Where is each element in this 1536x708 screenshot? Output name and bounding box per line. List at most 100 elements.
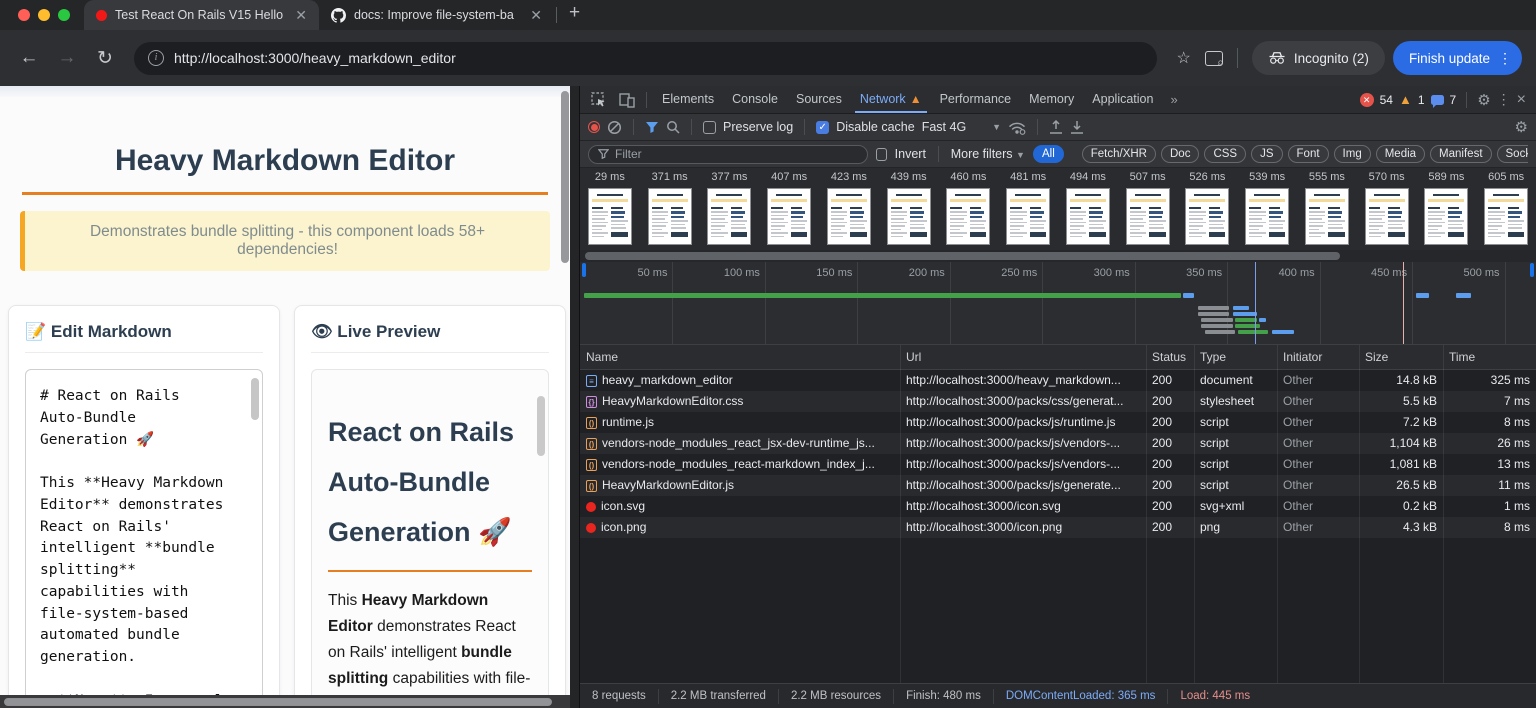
more-panels-icon[interactable]: »: [1164, 92, 1183, 107]
filmstrip-thumbnail[interactable]: [1245, 188, 1289, 245]
request-type-pill-media[interactable]: Media: [1376, 145, 1425, 163]
search-icon[interactable]: [666, 120, 680, 134]
filmstrip-thumbnail[interactable]: [1185, 188, 1229, 245]
incognito-badge[interactable]: Incognito (2): [1252, 41, 1385, 75]
filmstrip-frame[interactable]: 570 ms: [1357, 168, 1417, 250]
filmstrip-frame[interactable]: 539 ms: [1237, 168, 1297, 250]
invert-label[interactable]: Invert: [895, 147, 926, 161]
error-count-icon[interactable]: ✕: [1360, 93, 1374, 107]
overview-right-handle[interactable]: [1530, 263, 1534, 277]
forward-icon[interactable]: →: [52, 47, 82, 69]
page-horizontal-scrollbar-thumb[interactable]: [4, 698, 552, 706]
devtools-tab-application[interactable]: Application: [1083, 86, 1162, 113]
filmstrip-thumbnail[interactable]: [946, 188, 990, 245]
filmstrip-thumbnail[interactable]: [887, 188, 931, 245]
devtools-tab-sources[interactable]: Sources: [787, 86, 851, 113]
finish-update-button[interactable]: Finish update ⋮: [1393, 41, 1522, 75]
filmstrip-thumbnail[interactable]: [1305, 188, 1349, 245]
new-tab-button[interactable]: +: [559, 2, 592, 30]
textarea-scrollbar[interactable]: [251, 378, 259, 420]
devtools-tab-console[interactable]: Console: [723, 86, 787, 113]
table-row[interactable]: ()HeavyMarkdownEditor.jshttp://localhost…: [580, 475, 1536, 496]
request-type-pill-all[interactable]: All: [1033, 145, 1064, 163]
request-type-pill-js[interactable]: JS: [1251, 145, 1282, 163]
filmstrip-thumbnail[interactable]: [1424, 188, 1468, 245]
table-row[interactable]: ≡heavy_markdown_editorhttp://localhost:3…: [580, 370, 1536, 391]
bookmark-star-icon[interactable]: ☆: [1171, 48, 1197, 68]
devtools-divider[interactable]: [570, 86, 580, 708]
filmstrip-thumbnail[interactable]: [588, 188, 632, 245]
filmstrip-thumbnail[interactable]: [1484, 188, 1528, 245]
url-text[interactable]: http://localhost:3000/heavy_markdown_edi…: [174, 50, 456, 66]
page-vertical-scrollbar[interactable]: [561, 91, 569, 263]
column-header-size[interactable]: Size: [1359, 345, 1443, 369]
preserve-log-checkbox[interactable]: [703, 121, 716, 134]
request-type-pill-css[interactable]: CSS: [1204, 145, 1246, 163]
network-overview-timeline[interactable]: 50 ms100 ms150 ms200 ms250 ms300 ms350 m…: [580, 262, 1536, 345]
column-header-initiator[interactable]: Initiator: [1277, 345, 1359, 369]
filmstrip-thumbnail[interactable]: [827, 188, 871, 245]
filmstrip-thumbnail[interactable]: [1006, 188, 1050, 245]
filmstrip-frame[interactable]: 605 ms: [1476, 168, 1536, 250]
throttling-dropdown[interactable]: Fast 4G ▼: [922, 120, 1001, 134]
devtools-tab-performance[interactable]: Performance: [931, 86, 1021, 113]
site-info-icon[interactable]: i: [148, 50, 164, 66]
filmstrip-frame[interactable]: 481 ms: [998, 168, 1058, 250]
devtools-tab-elements[interactable]: Elements: [653, 86, 723, 113]
warning-count-icon[interactable]: ▲: [1399, 92, 1412, 107]
filmstrip-frame[interactable]: 371 ms: [640, 168, 700, 250]
filmstrip-frame[interactable]: 439 ms: [879, 168, 939, 250]
maximize-window-button[interactable]: [58, 9, 70, 21]
filter-icon[interactable]: [645, 121, 659, 134]
devtools-tab-network[interactable]: Network▲: [851, 86, 931, 113]
tab-search-icon[interactable]: [1205, 51, 1223, 66]
issues-count[interactable]: 7: [1450, 93, 1457, 107]
clear-icon[interactable]: [607, 120, 622, 135]
filmstrip-frame[interactable]: 407 ms: [759, 168, 819, 250]
record-icon[interactable]: [588, 121, 600, 133]
markdown-textarea[interactable]: # React on Rails Auto-Bundle Generation …: [25, 369, 263, 708]
reload-icon[interactable]: ↻: [90, 47, 120, 70]
filmstrip-thumbnail[interactable]: [1365, 188, 1409, 245]
table-row[interactable]: icon.svghttp://localhost:3000/icon.svg20…: [580, 496, 1536, 517]
devtools-settings-icon[interactable]: ⚙: [1477, 91, 1490, 109]
request-type-pill-doc[interactable]: Doc: [1161, 145, 1199, 163]
filmstrip-frame[interactable]: 29 ms: [580, 168, 640, 250]
browser-tab-1[interactable]: Test React On Rails V15 Hello✕: [84, 0, 319, 30]
filmstrip-thumbnail[interactable]: [767, 188, 811, 245]
network-settings-icon[interactable]: ⚙: [1515, 118, 1528, 136]
browser-tab-2[interactable]: docs: Improve file-system-ba✕: [319, 0, 554, 30]
address-bar[interactable]: i http://localhost:3000/heavy_markdown_e…: [134, 42, 1157, 75]
filmstrip-frame[interactable]: 494 ms: [1058, 168, 1118, 250]
tab-close-icon[interactable]: ✕: [293, 7, 309, 24]
filmstrip-frame[interactable]: 377 ms: [700, 168, 760, 250]
table-row[interactable]: ()vendors-node_modules_react-markdown_in…: [580, 454, 1536, 475]
page-horizontal-scrollbar[interactable]: [0, 695, 570, 708]
filmstrip-thumbnail[interactable]: [1066, 188, 1110, 245]
filmstrip-frame[interactable]: 555 ms: [1297, 168, 1357, 250]
table-row[interactable]: ()runtime.jshttp://localhost:3000/packs/…: [580, 412, 1536, 433]
request-type-pill-manifest[interactable]: Manifest: [1430, 145, 1491, 163]
overview-left-handle[interactable]: [582, 263, 586, 277]
filmstrip-frame[interactable]: 507 ms: [1118, 168, 1178, 250]
table-row[interactable]: icon.pnghttp://localhost:3000/icon.png20…: [580, 517, 1536, 538]
preserve-log-label[interactable]: Preserve log: [723, 120, 793, 134]
filmstrip-scrollbar-thumb[interactable]: [585, 252, 1340, 260]
request-type-pill-socket[interactable]: Socket: [1497, 145, 1529, 163]
column-header-type[interactable]: Type: [1194, 345, 1277, 369]
request-type-pill-img[interactable]: Img: [1334, 145, 1371, 163]
filmstrip-frame[interactable]: 526 ms: [1178, 168, 1238, 250]
disable-cache-checkbox[interactable]: ✓: [816, 121, 829, 134]
table-row[interactable]: {}HeavyMarkdownEditor.csshttp://localhos…: [580, 391, 1536, 412]
error-count[interactable]: 54: [1380, 93, 1393, 107]
table-row[interactable]: ()vendors-node_modules_react_jsx-dev-run…: [580, 433, 1536, 454]
update-menu-icon[interactable]: ⋮: [1498, 50, 1512, 67]
devtools-close-icon[interactable]: ×: [1517, 91, 1526, 109]
close-window-button[interactable]: [18, 9, 30, 21]
network-conditions-icon[interactable]: [1008, 120, 1026, 135]
minimize-window-button[interactable]: [38, 9, 50, 21]
filter-input[interactable]: Filter: [588, 145, 868, 164]
warning-count[interactable]: 1: [1418, 93, 1425, 107]
column-header-name[interactable]: Name: [580, 345, 900, 369]
devtools-tab-memory[interactable]: Memory: [1020, 86, 1083, 113]
